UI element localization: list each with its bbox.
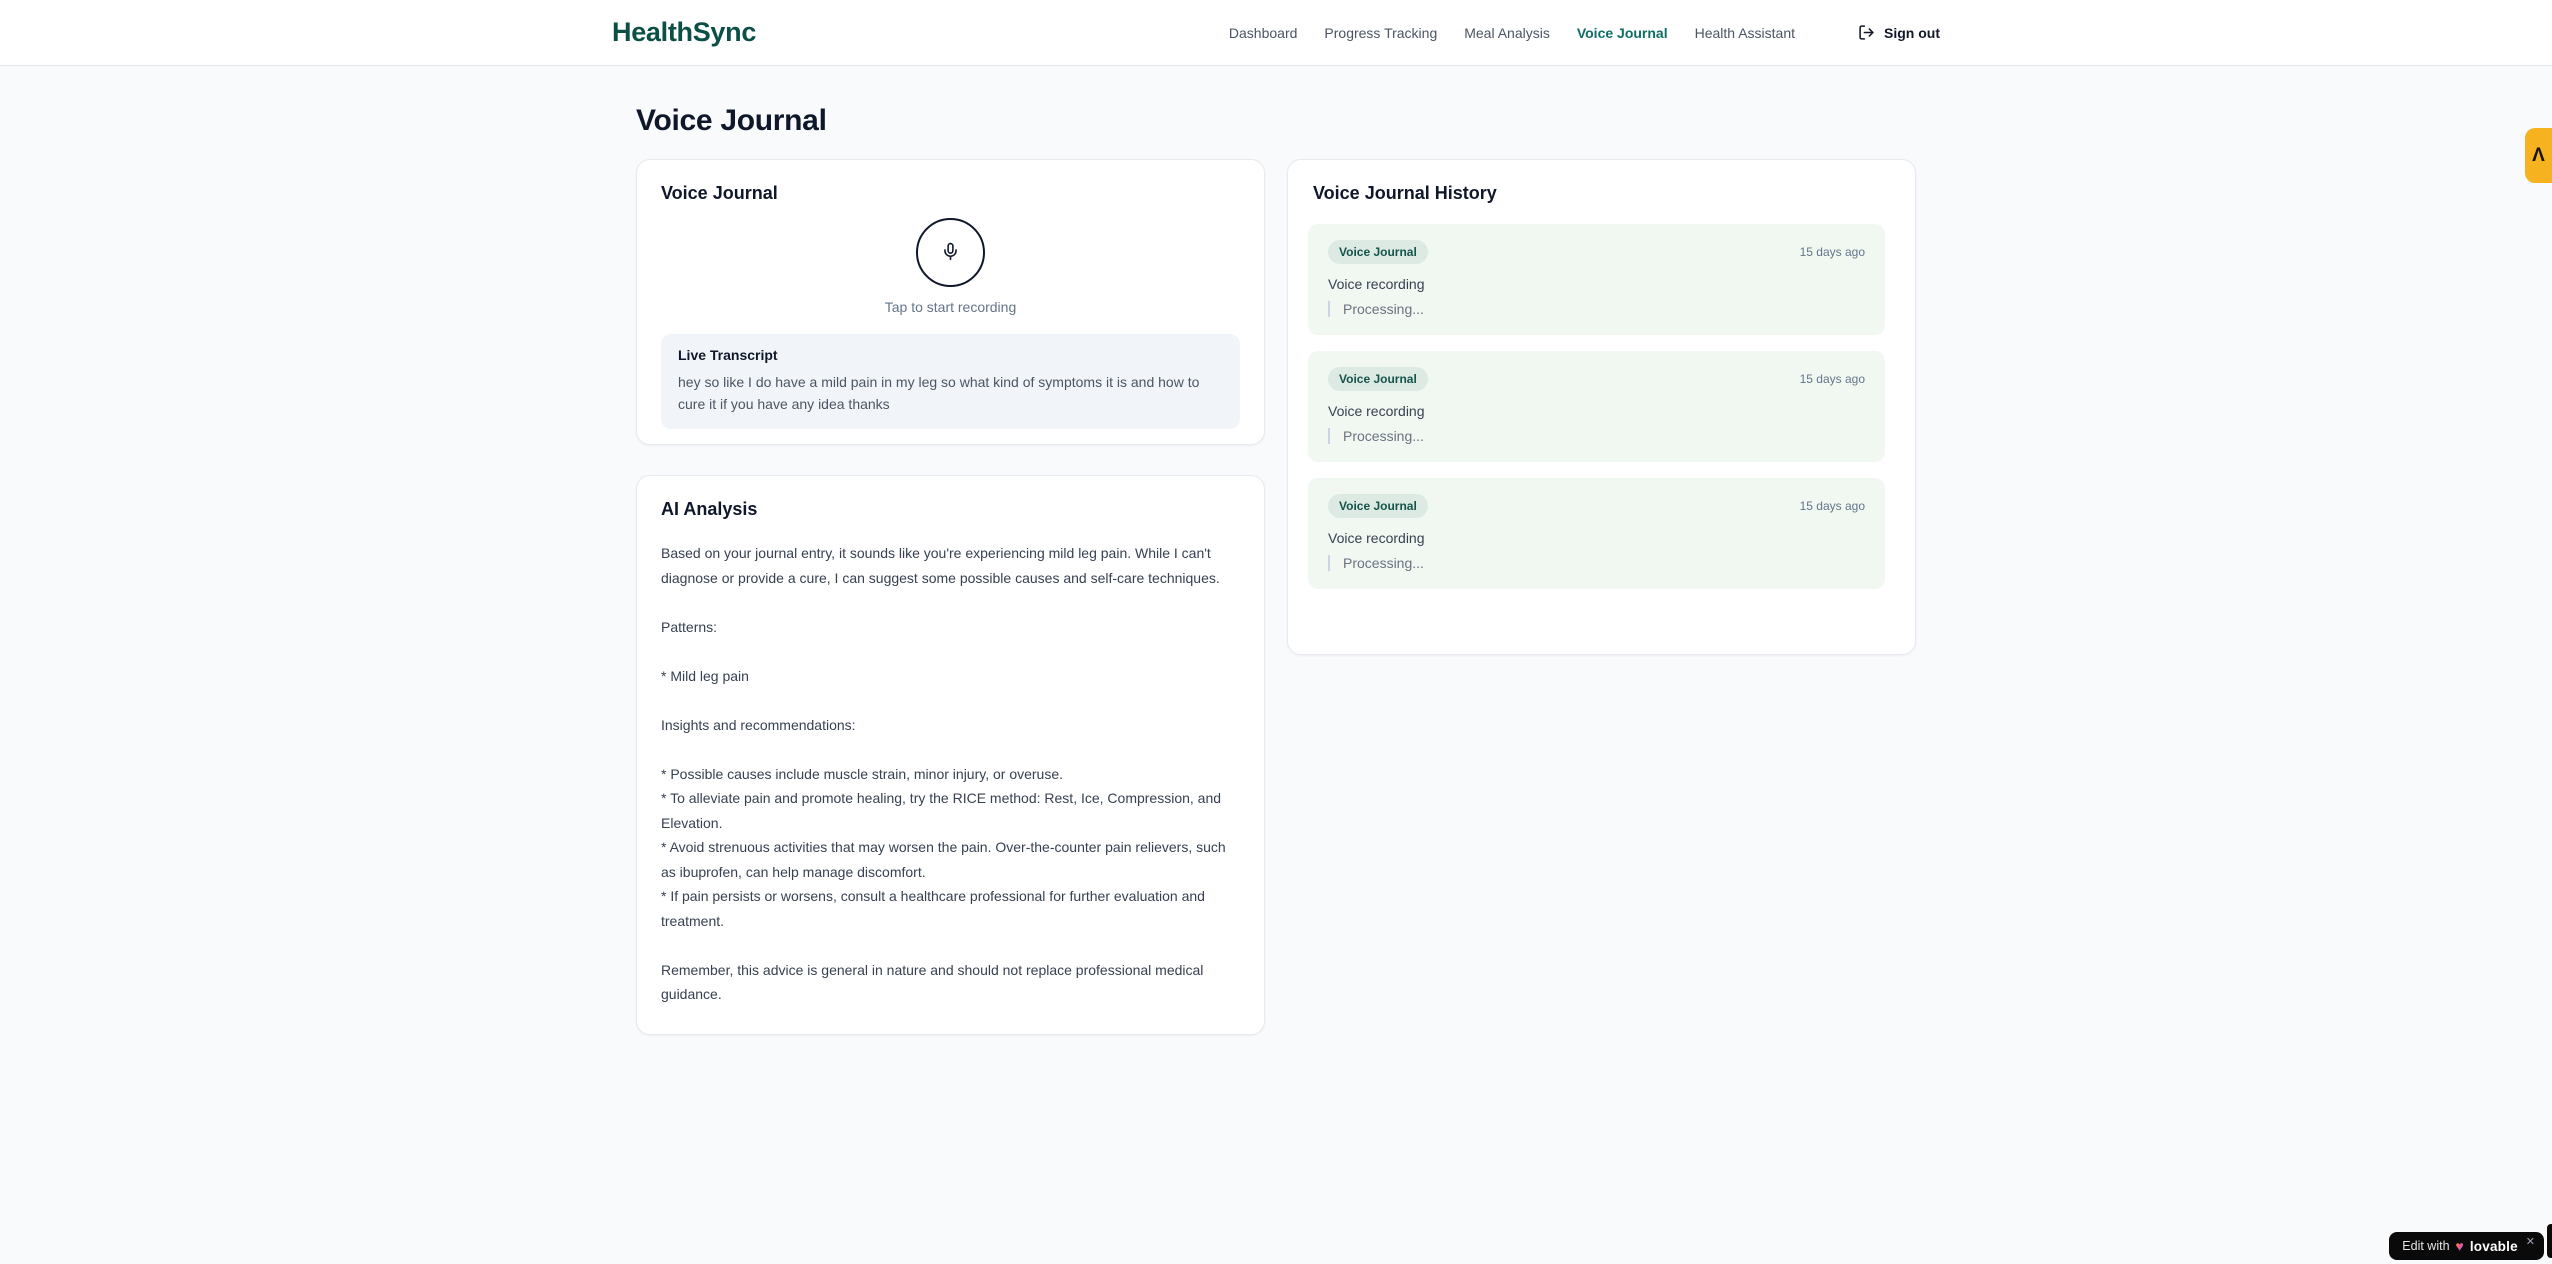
history-description: Voice recording <box>1328 403 1425 419</box>
side-panel-tab[interactable]: Λ <box>2525 128 2552 183</box>
history-card: Voice Journal History Voice Journal 15 d… <box>1287 159 1916 655</box>
history-badge: Voice Journal <box>1328 494 1428 518</box>
live-transcript-title: Live Transcript <box>678 347 778 363</box>
history-description: Voice recording <box>1328 530 1425 546</box>
tap-to-record-label: Tap to start recording <box>884 299 1017 315</box>
recorder-card-title: Voice Journal <box>661 183 778 203</box>
history-badge: Voice Journal <box>1328 367 1428 391</box>
header-container: HealthSync Dashboard Progress Tracking M… <box>612 0 1940 65</box>
ai-analysis-body: Based on your journal entry, it sounds l… <box>661 545 1226 1002</box>
mic-section: Tap to start recording <box>661 218 1240 315</box>
sign-out-label: Sign out <box>1884 24 1940 41</box>
ai-analysis-title: AI Analysis <box>661 499 758 519</box>
nav-item-dashboard[interactable]: Dashboard <box>1229 25 1298 41</box>
sign-out-button[interactable]: Sign out <box>1858 24 1940 41</box>
main-content: Voice Journal Voice Journal Tap to start… <box>636 0 1916 1035</box>
microphone-icon <box>941 242 960 264</box>
ai-analysis-card: AI Analysis Based on your journal entry,… <box>636 475 1265 1035</box>
live-transcript-box: Live Transcript hey so like I do have a … <box>661 334 1240 429</box>
history-timestamp: 15 days ago <box>1799 499 1865 513</box>
history-status: Processing... <box>1328 301 1865 317</box>
history-list: Voice Journal 15 days ago Voice recordin… <box>1308 224 1885 589</box>
content-grid: Voice Journal Tap to start recording Liv… <box>636 159 1916 1035</box>
left-column: Voice Journal Tap to start recording Liv… <box>636 159 1265 1035</box>
history-card-title: Voice Journal History <box>1313 183 1497 203</box>
history-badge: Voice Journal <box>1328 240 1428 264</box>
voice-recorder-card: Voice Journal Tap to start recording Liv… <box>636 159 1265 445</box>
logout-icon <box>1858 24 1875 41</box>
voice-journal-page: HealthSync Dashboard Progress Tracking M… <box>0 0 2552 1264</box>
history-status: Processing... <box>1328 428 1865 444</box>
close-icon[interactable]: ✕ <box>2526 1235 2535 1248</box>
app-logo[interactable]: HealthSync <box>612 17 756 48</box>
history-status: Processing... <box>1328 555 1865 571</box>
history-description: Voice recording <box>1328 276 1425 292</box>
app-header: HealthSync Dashboard Progress Tracking M… <box>0 0 2552 66</box>
history-item[interactable]: Voice Journal 15 days ago Voice recordin… <box>1308 224 1885 335</box>
live-transcript-text: hey so like I do have a mild pain in my … <box>678 374 1200 412</box>
edit-with-label: Edit with <box>2402 1239 2450 1253</box>
right-column: Voice Journal History Voice Journal 15 d… <box>1287 159 1916 655</box>
anima-logo-icon: Λ <box>2532 144 2545 166</box>
lovable-brand-label: lovable <box>2469 1238 2518 1254</box>
nav-item-meal-analysis[interactable]: Meal Analysis <box>1464 25 1550 41</box>
lovable-heart-icon: ♥ <box>2455 1238 2464 1254</box>
page-title: Voice Journal <box>636 104 827 137</box>
history-item[interactable]: Voice Journal 15 days ago Voice recordin… <box>1308 351 1885 462</box>
history-timestamp: 15 days ago <box>1799 372 1865 386</box>
history-timestamp: 15 days ago <box>1799 245 1865 259</box>
nav-item-progress-tracking[interactable]: Progress Tracking <box>1324 25 1437 41</box>
main-nav: Dashboard Progress Tracking Meal Analysi… <box>1229 24 1940 41</box>
edit-with-lovable-badge[interactable]: Edit with ♥ lovable ✕ <box>2389 1232 2544 1260</box>
edge-widget-sliver <box>2547 1224 2552 1258</box>
nav-item-voice-journal[interactable]: Voice Journal <box>1577 25 1668 41</box>
record-button[interactable] <box>916 218 985 287</box>
nav-item-health-assistant[interactable]: Health Assistant <box>1695 25 1795 41</box>
history-item[interactable]: Voice Journal 15 days ago Voice recordin… <box>1308 478 1885 589</box>
